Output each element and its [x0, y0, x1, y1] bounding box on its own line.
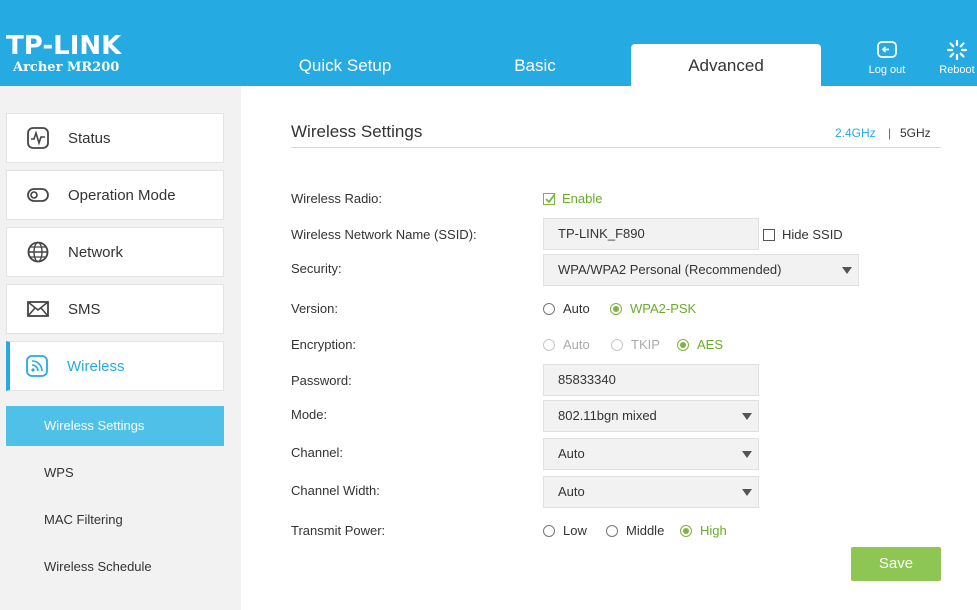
- encryption-aes-label: AES: [697, 337, 724, 352]
- mode-value: 802.11bgn mixed: [558, 408, 657, 423]
- tp-link-logo: TP-LINK Archer MR200: [6, 32, 121, 75]
- password-label: Password:: [291, 373, 352, 388]
- power-high-label: High: [700, 523, 727, 538]
- channel-value: Auto: [558, 446, 585, 461]
- sidebar-item-label: Wireless: [67, 357, 125, 375]
- mode-select[interactable]: 802.11bgn mixed: [543, 400, 759, 432]
- status-icon: [26, 126, 50, 150]
- power-middle-label: Middle: [626, 523, 665, 538]
- sidebar-item-label: SMS: [68, 300, 101, 318]
- encryption-tkip-label: TKIP: [631, 337, 660, 352]
- power-high-radio[interactable]: High: [680, 523, 727, 538]
- version-wpa2-psk-radio[interactable]: WPA2-PSK: [610, 301, 696, 316]
- page-title: Wireless Settings: [291, 122, 423, 141]
- reboot-button[interactable]: Reboot: [934, 40, 977, 76]
- tab-quick-setup[interactable]: Quick Setup: [250, 44, 440, 86]
- checkbox-unchecked-icon: [763, 228, 775, 241]
- encryption-auto-label: Auto: [563, 337, 590, 352]
- title-divider: [291, 147, 941, 148]
- radio-on-icon: [610, 302, 622, 315]
- chevron-down-icon: [842, 267, 852, 274]
- sidebar-item-network[interactable]: Network: [6, 227, 224, 277]
- chevron-down-icon: [742, 451, 752, 458]
- reboot-icon: [946, 40, 968, 60]
- channel-width-label: Channel Width:: [291, 483, 380, 498]
- sidebar-subitem-wireless-schedule[interactable]: Wireless Schedule: [6, 547, 224, 587]
- hide-ssid-label: Hide SSID: [782, 227, 843, 242]
- sidebar-item-label: Status: [68, 129, 111, 147]
- version-wpa2-psk-label: WPA2-PSK: [630, 301, 697, 316]
- sidebar: Status Operation Mode Network SMS Wirele…: [0, 86, 241, 610]
- band-2-4ghz-link[interactable]: 2.4GHz: [835, 126, 876, 140]
- radio-on-icon: [680, 524, 692, 537]
- logout-label: Log out: [868, 64, 906, 76]
- radio-off-icon: [543, 302, 555, 315]
- password-input[interactable]: 85833340: [543, 364, 759, 396]
- wireless-radio-label: Wireless Radio:: [291, 191, 383, 206]
- sidebar-item-sms[interactable]: SMS: [6, 284, 224, 334]
- tab-basic[interactable]: Basic: [440, 44, 630, 86]
- band-5ghz-link[interactable]: 5GHz: [900, 126, 931, 140]
- main-panel: Wireless Settings 2.4GHz | 5GHz Wireless…: [241, 86, 977, 610]
- reboot-label: Reboot: [939, 64, 975, 76]
- operation-mode-icon: [26, 183, 50, 207]
- sidebar-item-wireless[interactable]: Wireless: [6, 341, 224, 391]
- envelope-icon: [26, 297, 50, 321]
- encryption-aes-radio[interactable]: AES: [677, 337, 723, 352]
- sidebar-subitem-mac-filtering[interactable]: MAC Filtering: [6, 500, 224, 540]
- globe-icon: [26, 240, 50, 264]
- power-middle-radio[interactable]: Middle: [606, 523, 664, 538]
- sidebar-item-label: Network: [68, 243, 124, 261]
- security-value: WPA/WPA2 Personal (Recommended): [558, 262, 782, 277]
- ssid-input[interactable]: TP-LINK_F890: [543, 218, 759, 250]
- enable-label: Enable: [562, 191, 603, 206]
- top-header: TP-LINK Archer MR200 Quick Setup Basic A…: [0, 0, 977, 86]
- chevron-down-icon: [742, 489, 752, 496]
- transmit-power-label: Transmit Power:: [291, 523, 386, 538]
- logout-icon: [877, 41, 897, 58]
- encryption-auto-radio[interactable]: Auto: [543, 337, 590, 352]
- logout-button[interactable]: Log out: [864, 40, 910, 76]
- sidebar-subitem-wps[interactable]: WPS: [6, 453, 224, 493]
- enable-checkbox[interactable]: Enable: [543, 191, 602, 206]
- ssid-label: Wireless Network Name (SSID):: [291, 227, 477, 242]
- sidebar-item-label: Operation Mode: [68, 186, 176, 204]
- sidebar-item-status[interactable]: Status: [6, 113, 224, 163]
- hide-ssid-checkbox[interactable]: Hide SSID: [763, 227, 843, 242]
- radio-off-icon: [606, 524, 618, 537]
- power-low-radio[interactable]: Low: [543, 523, 587, 538]
- version-auto-label: Auto: [563, 301, 590, 316]
- radio-off-icon: [543, 524, 555, 537]
- wireless-icon: [25, 354, 49, 378]
- tab-advanced[interactable]: Advanced: [631, 44, 821, 86]
- chevron-down-icon: [742, 413, 752, 420]
- mode-label: Mode:: [291, 407, 328, 422]
- encryption-tkip-radio[interactable]: TKIP: [611, 337, 660, 352]
- model-name: Archer MR200: [13, 60, 120, 75]
- encryption-label: Encryption:: [291, 337, 357, 352]
- version-label: Version:: [291, 301, 338, 316]
- radio-on-icon: [677, 338, 689, 351]
- sidebar-item-operation-mode[interactable]: Operation Mode: [6, 170, 224, 220]
- channel-select[interactable]: Auto: [543, 438, 759, 470]
- channel-label: Channel:: [291, 445, 344, 460]
- channel-width-select[interactable]: Auto: [543, 476, 759, 508]
- security-label: Security:: [291, 261, 342, 276]
- checkbox-checked-icon: [543, 192, 556, 205]
- sidebar-subitem-wireless-settings[interactable]: Wireless Settings: [6, 406, 224, 446]
- power-low-label: Low: [563, 523, 587, 538]
- save-button[interactable]: Save: [851, 547, 941, 581]
- band-separator: |: [888, 126, 892, 140]
- brand-name: TP-LINK: [6, 31, 122, 61]
- radio-disabled-icon: [543, 338, 555, 351]
- channel-width-value: Auto: [558, 484, 585, 499]
- version-auto-radio[interactable]: Auto: [543, 301, 590, 316]
- radio-disabled-icon: [611, 338, 623, 351]
- security-select[interactable]: WPA/WPA2 Personal (Recommended): [543, 254, 859, 286]
